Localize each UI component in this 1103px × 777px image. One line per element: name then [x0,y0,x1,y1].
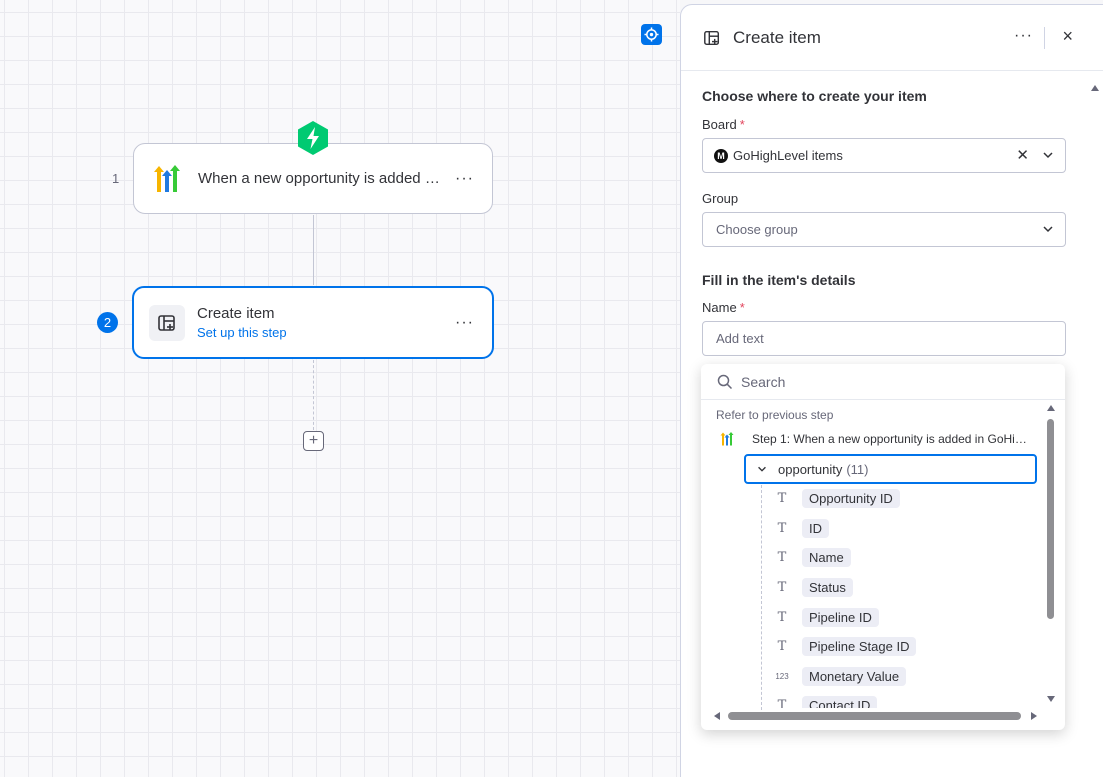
field-chip: Pipeline Stage ID [802,636,917,656]
vertical-scrollbar-thumb[interactable] [1047,419,1054,619]
panel-menu-button[interactable]: ··· [1014,27,1033,45]
variable-search-input[interactable]: Search [701,364,1065,400]
panel-title: Create item [733,27,821,47]
field-chip: Pipeline ID [802,607,879,627]
number-type-icon: 123 [775,671,789,681]
field-chip: Contact ID [802,695,878,708]
chevron-down-icon [1043,152,1053,159]
step-connector [313,215,314,285]
chevron-down-icon [1043,226,1053,233]
group-name: opportunity [778,461,843,477]
step-connector-dashed [313,360,314,430]
previous-step-row[interactable]: Step 1: When a new opportunity is added … [719,431,1029,447]
trigger-step-menu-button[interactable]: ··· [455,170,474,188]
variable-picker-popover: Search Refer to previous step Step 1: Wh… [701,364,1065,730]
previous-step-title: Step 1: When a new opportunity is added … [752,432,1027,446]
automation-canvas[interactable]: 1 When a new opportunity is added in GoH… [0,0,680,777]
scroll-left-arrow[interactable] [714,712,720,720]
group-count: (11) [846,461,869,477]
text-type-icon: T [777,520,787,536]
text-type-icon: T [777,549,787,565]
create-item-icon [158,314,175,331]
previous-step-label: Refer to previous step [716,408,834,422]
board-select[interactable]: M GoHighLevel items ✕ [702,138,1066,173]
panel-header: Create item ··· × [681,5,1103,71]
gohighlevel-logo-icon [720,432,734,446]
trigger-step-title: When a new opportunity is added in GoHig… [198,170,443,187]
group-select[interactable]: Choose group [702,212,1066,247]
board-select-value: GoHighLevel items [733,148,843,163]
step-number-2: 2 [97,312,118,333]
crosshair-icon [644,27,659,42]
field-item[interactable]: 123 Monetary Value [775,665,907,687]
field-chip: ID [802,518,829,538]
field-item[interactable]: T Name [775,546,851,568]
clear-board-button[interactable]: ✕ [1016,146,1029,164]
horizontal-scrollbar-thumb[interactable] [728,712,1021,720]
field-item[interactable]: T Contact ID [775,694,878,709]
section-title-location: Choose where to create your item [702,88,927,104]
board-label: Board * [702,117,745,132]
name-label: Name * [702,300,745,315]
create-item-icon [704,30,720,45]
opportunity-group-toggle[interactable]: opportunity (11) [744,454,1037,484]
field-item[interactable]: T Pipeline Stage ID [775,635,917,657]
trigger-badge [296,120,330,156]
field-chip: Status [802,577,853,597]
section-title-details: Fill in the item's details [702,272,856,288]
field-item[interactable]: T Opportunity ID [775,487,900,509]
scroll-up-arrow[interactable] [1047,405,1055,411]
gohighlevel-logo-icon [154,164,180,192]
text-type-icon: T [777,579,787,595]
field-item[interactable]: T ID [775,517,829,539]
field-chip: Opportunity ID [802,488,900,508]
close-panel-button[interactable]: × [1062,26,1073,47]
scroll-down-arrow[interactable] [1047,696,1055,702]
set-up-step-link[interactable]: Set up this step [197,325,287,340]
create-item-step-title: Create item [197,305,275,322]
panel-scroll-up-arrow[interactable] [1091,85,1099,91]
add-step-button[interactable]: + [303,431,324,451]
search-placeholder: Search [741,373,786,390]
text-type-icon: T [777,609,787,625]
plus-icon: + [308,432,319,449]
field-item[interactable]: T Pipeline ID [775,606,879,628]
name-input-placeholder: Add text [716,331,764,346]
field-chip: Name [802,547,851,567]
scroll-right-arrow[interactable] [1031,712,1037,720]
chevron-down-icon [758,466,766,472]
create-item-step-card[interactable]: Create item Set up this step ··· [132,286,494,359]
step-number-1: 1 [112,171,120,186]
text-type-icon: T [777,490,787,506]
field-list: T Opportunity ID T ID T Name T Status T … [701,484,1041,708]
header-divider [1044,27,1045,49]
text-type-icon: T [777,697,787,709]
recenter-button[interactable] [641,24,662,45]
group-label: Group [702,191,739,206]
group-select-placeholder: Choose group [716,222,798,237]
create-item-step-menu-button[interactable]: ··· [455,314,474,332]
search-icon [717,374,733,389]
lightning-icon [298,121,328,155]
name-input[interactable]: Add text [702,321,1066,356]
board-icon: M [714,148,728,163]
field-item[interactable]: T Status [775,576,853,598]
text-type-icon: T [777,638,787,654]
field-chip: Monetary Value [802,666,907,686]
